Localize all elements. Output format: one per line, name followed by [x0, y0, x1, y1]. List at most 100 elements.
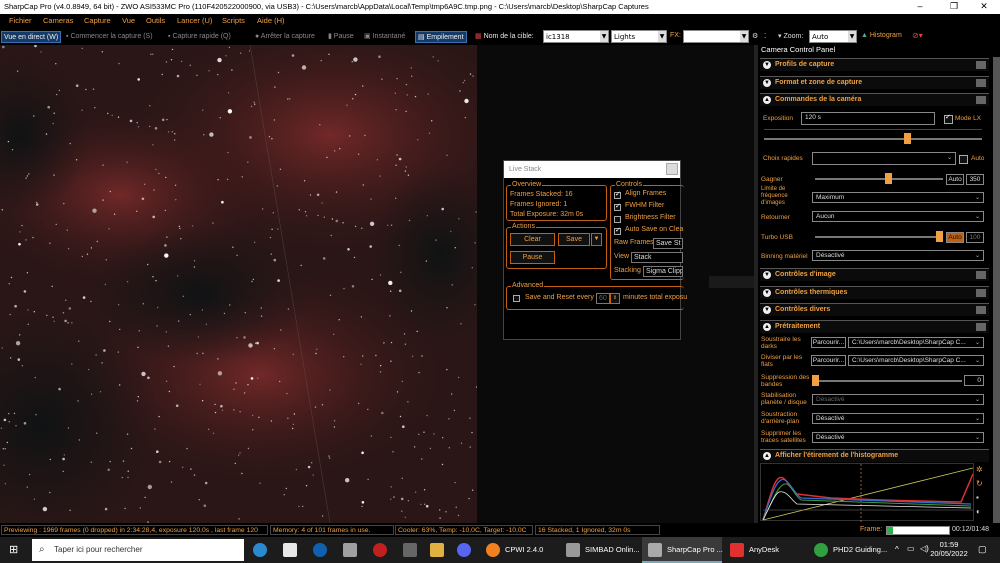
- lx-mode-checkbox[interactable]: [944, 113, 953, 124]
- fx-select[interactable]: ▼: [683, 30, 749, 43]
- zoom-select[interactable]: Auto ▼: [809, 30, 857, 43]
- cortana-icon[interactable]: [313, 543, 327, 557]
- darks-path-select[interactable]: C:\Users\marcb\Desktop\SharpCap C... ⌄: [848, 337, 984, 348]
- telescope-icon[interactable]: [343, 543, 357, 557]
- windows-start-icon[interactable]: ⊞: [9, 544, 21, 556]
- image-viewer[interactable]: [0, 45, 477, 523]
- save-button[interactable]: Save: [558, 233, 590, 246]
- menu-icon[interactable]: [976, 289, 986, 297]
- menu-icon[interactable]: [976, 323, 986, 331]
- raw-frames-select[interactable]: Save St: [653, 238, 683, 249]
- menu-cameras[interactable]: Cameras: [43, 16, 73, 25]
- section-misc-controls[interactable]: ▼ Contrôles divers: [760, 303, 989, 316]
- clock[interactable]: 01:59 20/05/2022: [929, 540, 969, 558]
- menu-icon[interactable]: [976, 306, 986, 314]
- flip-select[interactable]: Aucun ⌄: [812, 211, 984, 222]
- refresh-icon[interactable]: ↻: [976, 479, 983, 488]
- section-preprocessing[interactable]: ▲ Prétraitement: [760, 320, 989, 333]
- section-histogram-stretch[interactable]: ▲ Afficher l'étirement de l'histogramme: [760, 449, 989, 462]
- taskbar-app-cpwi[interactable]: CPWI 2.4.0: [480, 537, 555, 563]
- expand-icon[interactable]: ⁚: [764, 32, 766, 40]
- contrast-icon[interactable]: ◐: [976, 507, 981, 516]
- maps-icon[interactable]: [283, 543, 297, 557]
- exposure-slider[interactable]: [764, 138, 982, 140]
- settings-icon[interactable]: ⚙: [752, 32, 758, 40]
- stacking-select[interactable]: Sigma Clipp: [643, 266, 683, 277]
- menu-scripts[interactable]: Scripts: [222, 16, 245, 25]
- network-icon[interactable]: ▭: [907, 544, 915, 553]
- align-frames-checkbox[interactable]: [614, 190, 621, 199]
- auto-save-checkbox[interactable]: [614, 226, 621, 235]
- banding-slider[interactable]: [814, 380, 962, 382]
- pause-button[interactable]: ▮ Pause: [328, 31, 354, 43]
- section-image-controls[interactable]: ▼ Contrôles d'image: [760, 268, 989, 281]
- menu-lancer[interactable]: Lancer (U): [177, 16, 212, 25]
- frame-type-select[interactable]: Lights ▼: [611, 30, 667, 43]
- fps-limit-select[interactable]: Maximum ⌄: [812, 192, 984, 203]
- view-select[interactable]: Stack: [631, 252, 683, 263]
- banding-slider-thumb[interactable]: [812, 375, 819, 386]
- volume-icon[interactable]: ◁): [920, 544, 929, 553]
- menu-icon[interactable]: [976, 271, 986, 279]
- brightness-filter-checkbox[interactable]: [614, 216, 621, 223]
- menu-outils[interactable]: Outils: [146, 16, 165, 25]
- menu-vue[interactable]: Vue: [122, 16, 135, 25]
- reticle-icon[interactable]: ⊘▾: [912, 31, 923, 40]
- close-icon[interactable]: [666, 163, 678, 175]
- save-reset-minutes-input[interactable]: 60: [596, 293, 610, 304]
- turbo-usb-slider-thumb[interactable]: [936, 231, 943, 242]
- live-view-button[interactable]: Vue en direct (W): [1, 31, 62, 43]
- exposure-slider-thumb[interactable]: [904, 133, 911, 144]
- minimize-button[interactable]: –: [904, 0, 936, 14]
- save-icon[interactable]: ▪: [976, 493, 979, 502]
- target-name-input[interactable]: ic1318 ▼: [543, 30, 609, 43]
- taskbar-app-anydesk[interactable]: AnyDesk: [724, 537, 804, 563]
- panel-scrollbar[interactable]: [993, 57, 1000, 523]
- satellite-select[interactable]: Désactivé ⌄: [812, 432, 984, 443]
- flats-browse-button[interactable]: Parcourir...: [811, 355, 846, 366]
- menu-icon[interactable]: [976, 61, 986, 69]
- maximize-button[interactable]: ❐: [938, 0, 970, 14]
- chevron-up-icon[interactable]: ^: [895, 545, 899, 554]
- histogram-zoom-icon[interactable]: ✲: [976, 465, 983, 474]
- gain-value-input[interactable]: 350: [966, 174, 984, 185]
- save-reset-checkbox[interactable]: [513, 295, 520, 302]
- menu-fichier[interactable]: Fichier: [9, 16, 32, 25]
- section-thermal-controls[interactable]: ▼ Contrôles thermiques: [760, 286, 989, 299]
- quick-capture-button[interactable]: ▪ Capture rapide (Q): [168, 31, 231, 43]
- turbo-usb-value-input[interactable]: 100: [966, 232, 984, 243]
- live-stack-titlebar[interactable]: Live Stack: [504, 161, 680, 178]
- pause-stack-button[interactable]: Pause: [510, 251, 555, 264]
- section-camera-controls[interactable]: ▲ Commandes de la caméra: [760, 93, 989, 106]
- quick-choices-select[interactable]: ⌄: [812, 152, 956, 165]
- save-dropdown-icon[interactable]: ▼: [591, 233, 602, 246]
- exposure-input[interactable]: 120 s: [801, 112, 935, 125]
- stacking-button[interactable]: ▤ Empilement: [415, 31, 467, 43]
- gain-slider[interactable]: [815, 178, 943, 180]
- notifications-icon[interactable]: ▢: [978, 544, 987, 555]
- discord-icon[interactable]: [457, 543, 471, 557]
- start-capture-button[interactable]: ▪ Commencer la capture (S): [66, 31, 153, 43]
- binning-select[interactable]: Désactivé ⌄: [812, 250, 984, 261]
- menu-icon[interactable]: [976, 96, 986, 104]
- taskbar-app-phd2[interactable]: PHD2 Guiding...: [808, 537, 888, 563]
- stop-capture-button[interactable]: ● Arrêter la capture: [255, 31, 315, 43]
- snapshot-button[interactable]: ▣ Instantané: [364, 31, 405, 43]
- spinner-icon[interactable]: ⇕: [610, 293, 620, 304]
- search-box[interactable]: ⌕ Taper ici pour rechercher: [32, 539, 244, 561]
- clear-button[interactable]: Clear: [510, 233, 555, 246]
- menu-aide[interactable]: Aide (H): [257, 16, 285, 25]
- histogram-display[interactable]: [760, 463, 974, 522]
- taskbar-app-simbad[interactable]: SIMBAD Onlin...: [560, 537, 640, 563]
- section-format-area[interactable]: ▼ Format et zone de capture: [760, 76, 989, 89]
- gain-slider-thumb[interactable]: [885, 173, 892, 184]
- tools-icon[interactable]: [403, 543, 417, 557]
- stabilization-select[interactable]: Désactivé ⌄: [812, 394, 984, 405]
- fwhm-filter-checkbox[interactable]: [614, 202, 621, 211]
- histogram-button[interactable]: ▲ Histogram: [861, 32, 902, 39]
- flats-path-select[interactable]: C:\Users\marcb\Desktop\SharpCap C... ⌄: [848, 355, 984, 366]
- quick-choices-auto-checkbox[interactable]: [959, 155, 968, 164]
- darks-browse-button[interactable]: Parcourir...: [811, 337, 846, 348]
- app-icon[interactable]: [373, 543, 387, 557]
- turbo-usb-slider[interactable]: [815, 236, 943, 238]
